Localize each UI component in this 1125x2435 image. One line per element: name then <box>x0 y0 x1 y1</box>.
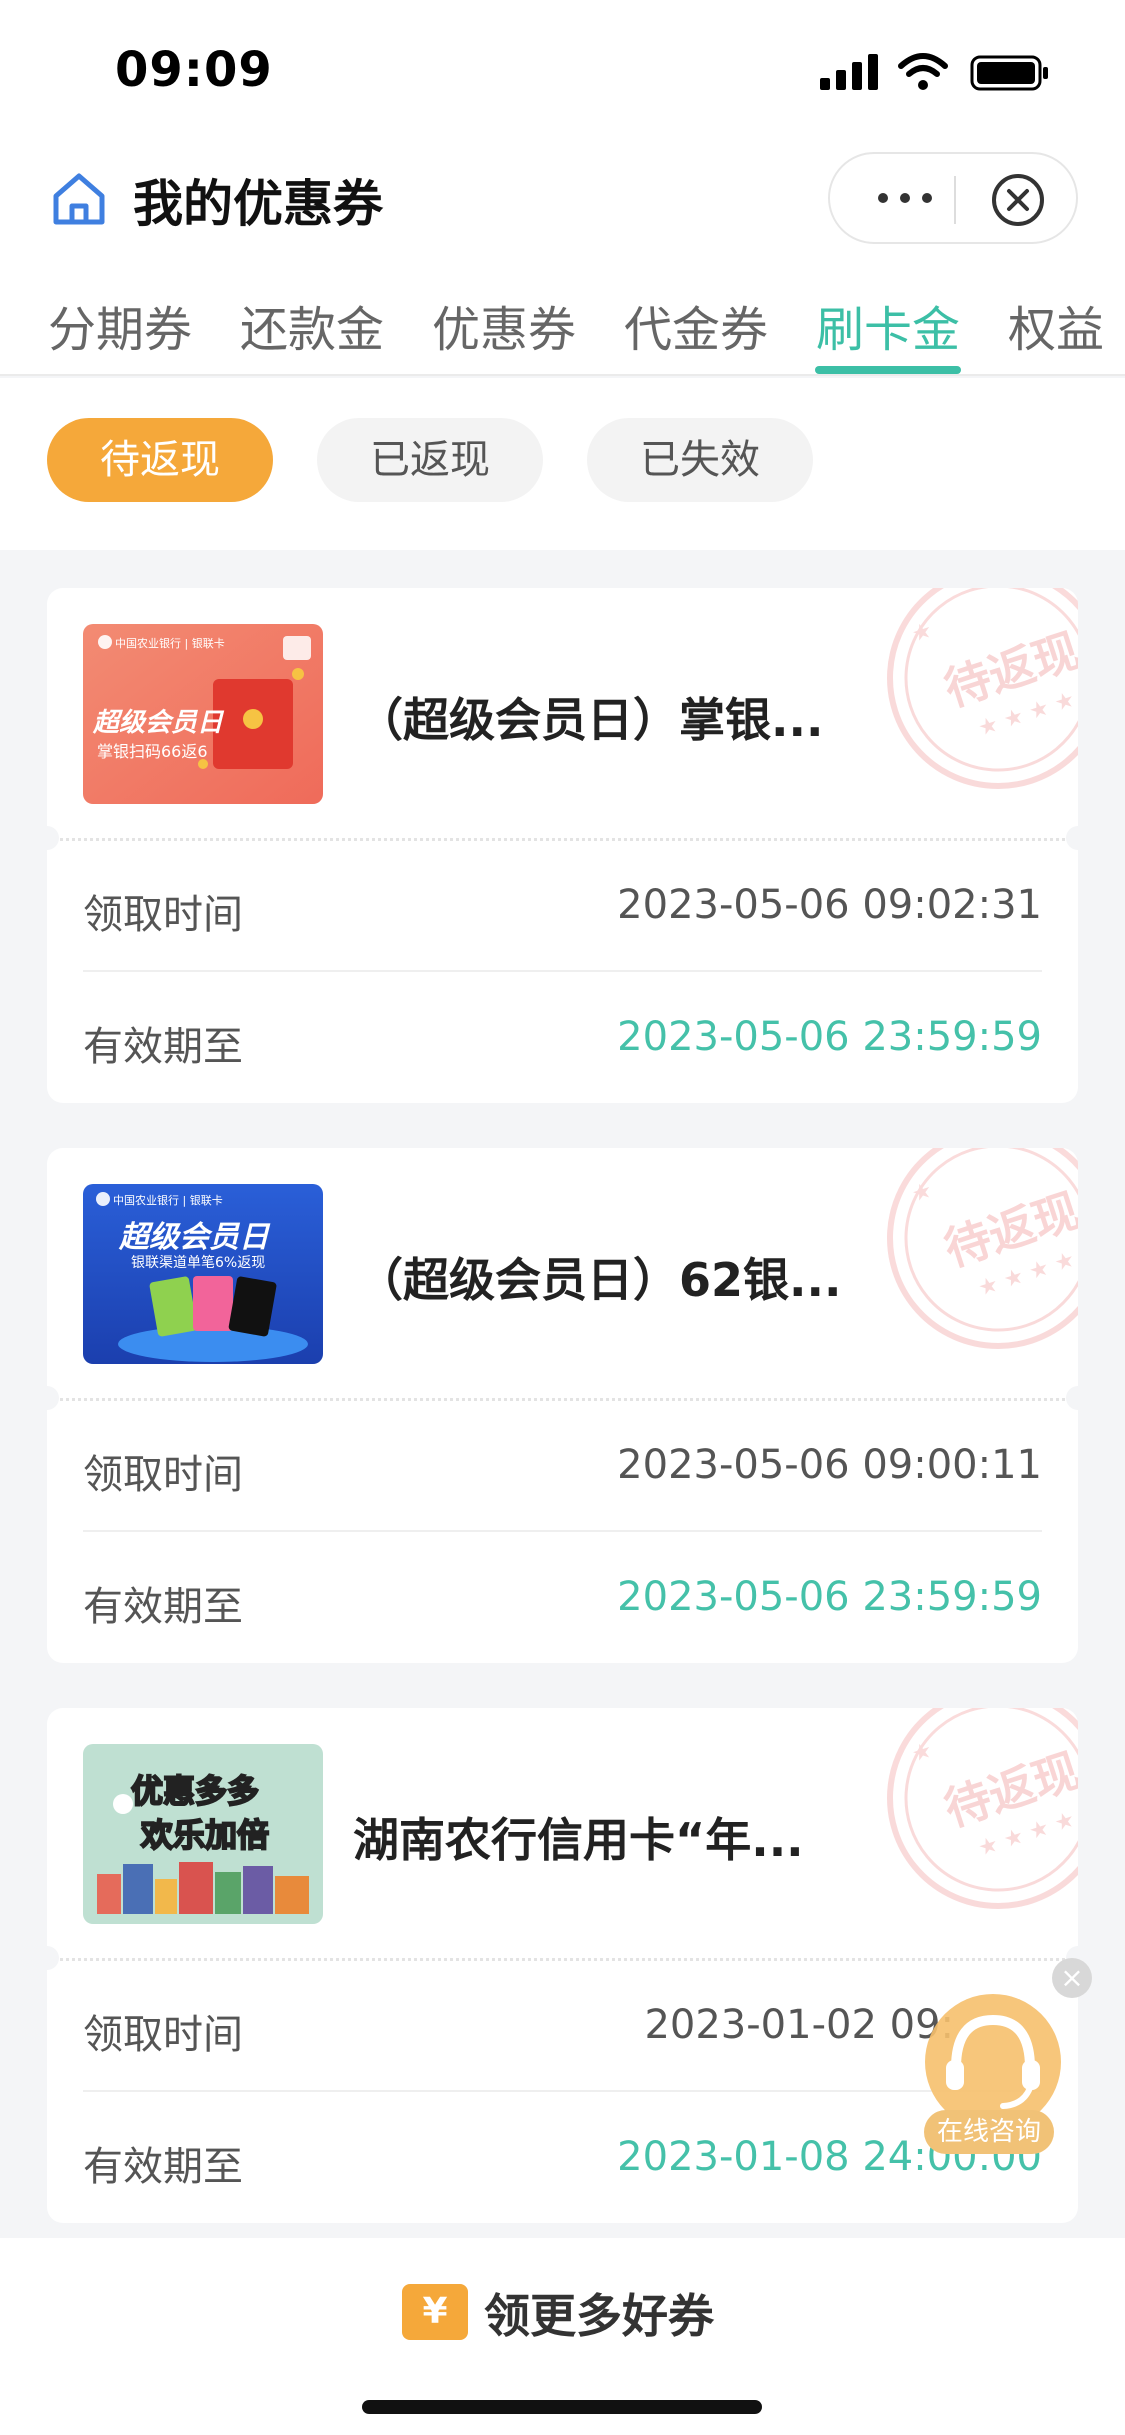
thumbnail-subline: 掌银扫码66返6 <box>97 742 208 761</box>
coupon-title: 湖南农行信用卡“年... <box>353 1813 804 1867</box>
receive-time-label: 领取时间 <box>83 892 243 938</box>
tab-card-swipe-bonus[interactable]: 刷卡金 <box>816 290 960 360</box>
capsule-divider <box>954 176 956 224</box>
more-icon[interactable] <box>870 176 940 220</box>
wifi-icon <box>898 53 948 90</box>
coupon-type-tabs: 分期券 还款金 优惠券 代金券 刷卡金 权益 <box>0 280 1125 376</box>
expire-time-label: 有效期至 <box>83 1584 243 1630</box>
page-header: 我的优惠券 <box>0 150 1125 280</box>
coupon-card[interactable]: 中国农业银行 | 银联卡 超级会员日 银联渠道单笔6%返现 （超级会员日）62银… <box>47 1148 1078 1663</box>
home-icon[interactable] <box>50 170 108 228</box>
expire-time-label: 有效期至 <box>83 1024 243 1070</box>
expire-time-row: 有效期至 2023-01-08 24:00:00 <box>83 2092 1042 2223</box>
consult-label[interactable]: 在线咨询 <box>924 2110 1054 2154</box>
expire-time-label: 有效期至 <box>83 2144 243 2190</box>
battery-icon <box>970 55 1048 91</box>
tab-benefits[interactable]: 权益 <box>1008 290 1104 360</box>
status-bar: 09:09 <box>0 0 1125 150</box>
expire-time-value: 2023-05-06 23:59:59 <box>617 1014 1042 1060</box>
active-tab-indicator <box>815 366 961 374</box>
coupon-card[interactable]: 中国农业银行 | 银联卡 超级会员日 掌银扫码66返6 （超级会员日）掌银...… <box>47 588 1078 1103</box>
coupon-thumbnail-caption: 优惠多多 欢乐加倍 <box>83 1744 323 1924</box>
coupon-title: （超级会员日）掌银... <box>357 693 824 747</box>
thumbnail-headline: 超级会员日 <box>119 1220 269 1255</box>
thumbnail-subline: 银联渠道单笔6%返现 <box>131 1255 266 1271</box>
receive-time-value: 2023-05-06 09:00:11 <box>617 1442 1042 1488</box>
coupon-thumbnail-caption: 超级会员日 银联渠道单笔6%返现 <box>83 1184 323 1364</box>
tab-discount[interactable]: 优惠券 <box>432 290 576 360</box>
tab-voucher[interactable]: 代金券 <box>624 290 768 360</box>
close-miniapp-icon[interactable] <box>988 170 1048 230</box>
coupon-icon-glyph: ¥ <box>422 2291 448 2332</box>
status-filters: 待返现 已返现 已失效 <box>0 378 1125 550</box>
receive-time-row: 领取时间 2023-05-06 09:00:11 <box>83 1400 1042 1532</box>
coupon-icon: ¥ <box>402 2284 468 2340</box>
thumbnail-headline: 超级会员日 <box>93 708 224 738</box>
coupon-card-header: 中国农业银行 | 银联卡 超级会员日 银联渠道单笔6%返现 （超级会员日）62银… <box>47 1148 1078 1398</box>
coupon-card-header: 优惠多多 欢乐加倍 湖南农行信用卡“年... ★ ★ ★ ★ ★ 待返现 <box>47 1708 1078 1958</box>
card-notch-right <box>1066 1386 1078 1410</box>
receive-time-value: 2023-05-06 09:02:31 <box>617 882 1042 928</box>
receive-time-label: 领取时间 <box>83 1452 243 1498</box>
cellular-signal-icon <box>820 54 878 90</box>
receive-time-row: 领取时间 2023-05-06 09:02:31 <box>83 840 1042 972</box>
get-more-coupons-button[interactable]: 领更多好券 <box>484 2280 714 2346</box>
coupon-title: （超级会员日）62银... <box>357 1253 842 1307</box>
coupon-thumbnail-caption: 超级会员日 掌银扫码66返6 <box>83 624 323 804</box>
filter-cashback-done[interactable]: 已返现 <box>317 418 543 502</box>
thumbnail-headline: 优惠多多 <box>130 1771 260 1811</box>
status-time: 09:09 <box>115 42 273 98</box>
expire-time-value: 2023-05-06 23:59:59 <box>617 1574 1042 1620</box>
page-title: 我的优惠券 <box>133 175 383 233</box>
coupon-card-header: 中国农业银行 | 银联卡 超级会员日 掌银扫码66返6 （超级会员日）掌银...… <box>47 588 1078 838</box>
receive-time-label: 领取时间 <box>83 2012 243 2058</box>
filter-pending-cashback[interactable]: 待返现 <box>47 418 273 502</box>
expire-time-row: 有效期至 2023-05-06 23:59:59 <box>83 1532 1042 1663</box>
filter-expired[interactable]: 已失效 <box>587 418 813 502</box>
card-notch-right <box>1066 826 1078 850</box>
home-indicator <box>362 2400 762 2414</box>
miniapp-capsule <box>828 152 1078 244</box>
tab-repayment[interactable]: 还款金 <box>240 290 384 360</box>
tab-installment[interactable]: 分期券 <box>48 290 192 360</box>
expire-time-row: 有效期至 2023-05-06 23:59:59 <box>83 972 1042 1103</box>
bottom-action-bar: ¥ 领更多好券 <box>0 2238 1125 2435</box>
receive-time-row: 领取时间 2023-01-02 09: <box>83 1960 1042 2092</box>
receive-time-value: 2023-01-02 09: <box>644 2002 954 2048</box>
thumbnail-subline: 欢乐加倍 <box>140 1815 270 1855</box>
